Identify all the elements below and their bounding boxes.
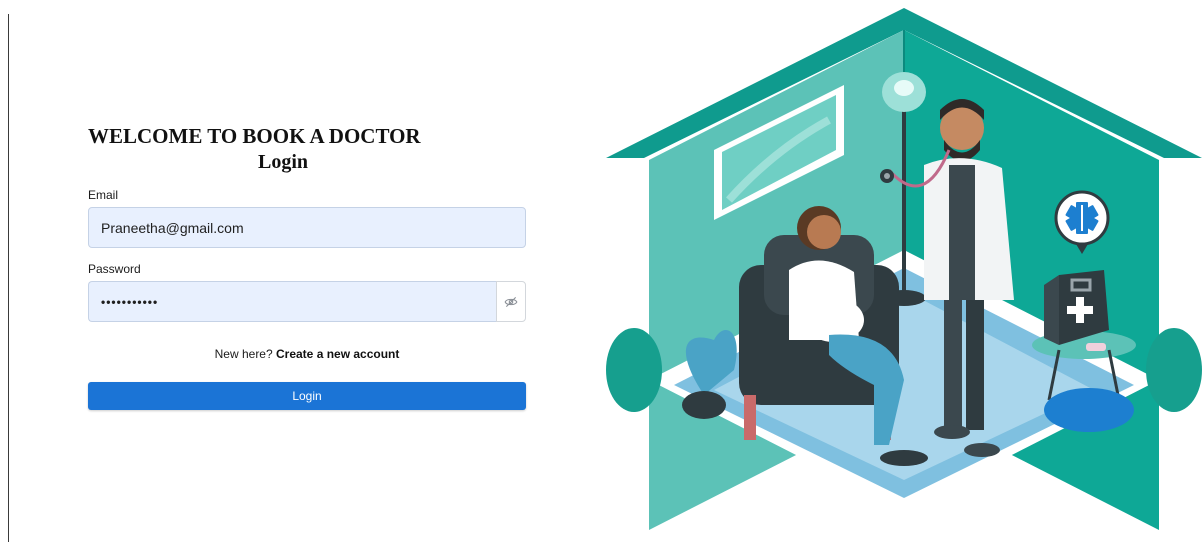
- page-title: WELCOME TO BOOK A DOCTOR: [88, 124, 421, 148]
- page-subtitle: Login: [258, 151, 309, 173]
- password-label: Password: [88, 262, 141, 276]
- login-page: WELCOME TO BOOK A DOCTOR Login Email Pas…: [0, 0, 1204, 542]
- login-button[interactable]: Login: [88, 382, 526, 410]
- signup-prompt-text: New here?: [214, 347, 273, 361]
- email-label: Email: [88, 188, 119, 202]
- email-input[interactable]: [88, 207, 526, 248]
- doctor-illustration: [606, 8, 1202, 530]
- password-input[interactable]: [88, 281, 496, 322]
- login-form: WELCOME TO BOOK A DOCTOR Login Email Pas…: [88, 118, 526, 410]
- signup-prompt: New here? Create a new account: [88, 346, 526, 362]
- toggle-password-visibility-button[interactable]: [496, 281, 526, 322]
- window-border: [8, 14, 9, 542]
- create-account-link[interactable]: Create a new account: [276, 347, 399, 361]
- password-field: [88, 281, 526, 322]
- eye-off-icon: [504, 296, 518, 307]
